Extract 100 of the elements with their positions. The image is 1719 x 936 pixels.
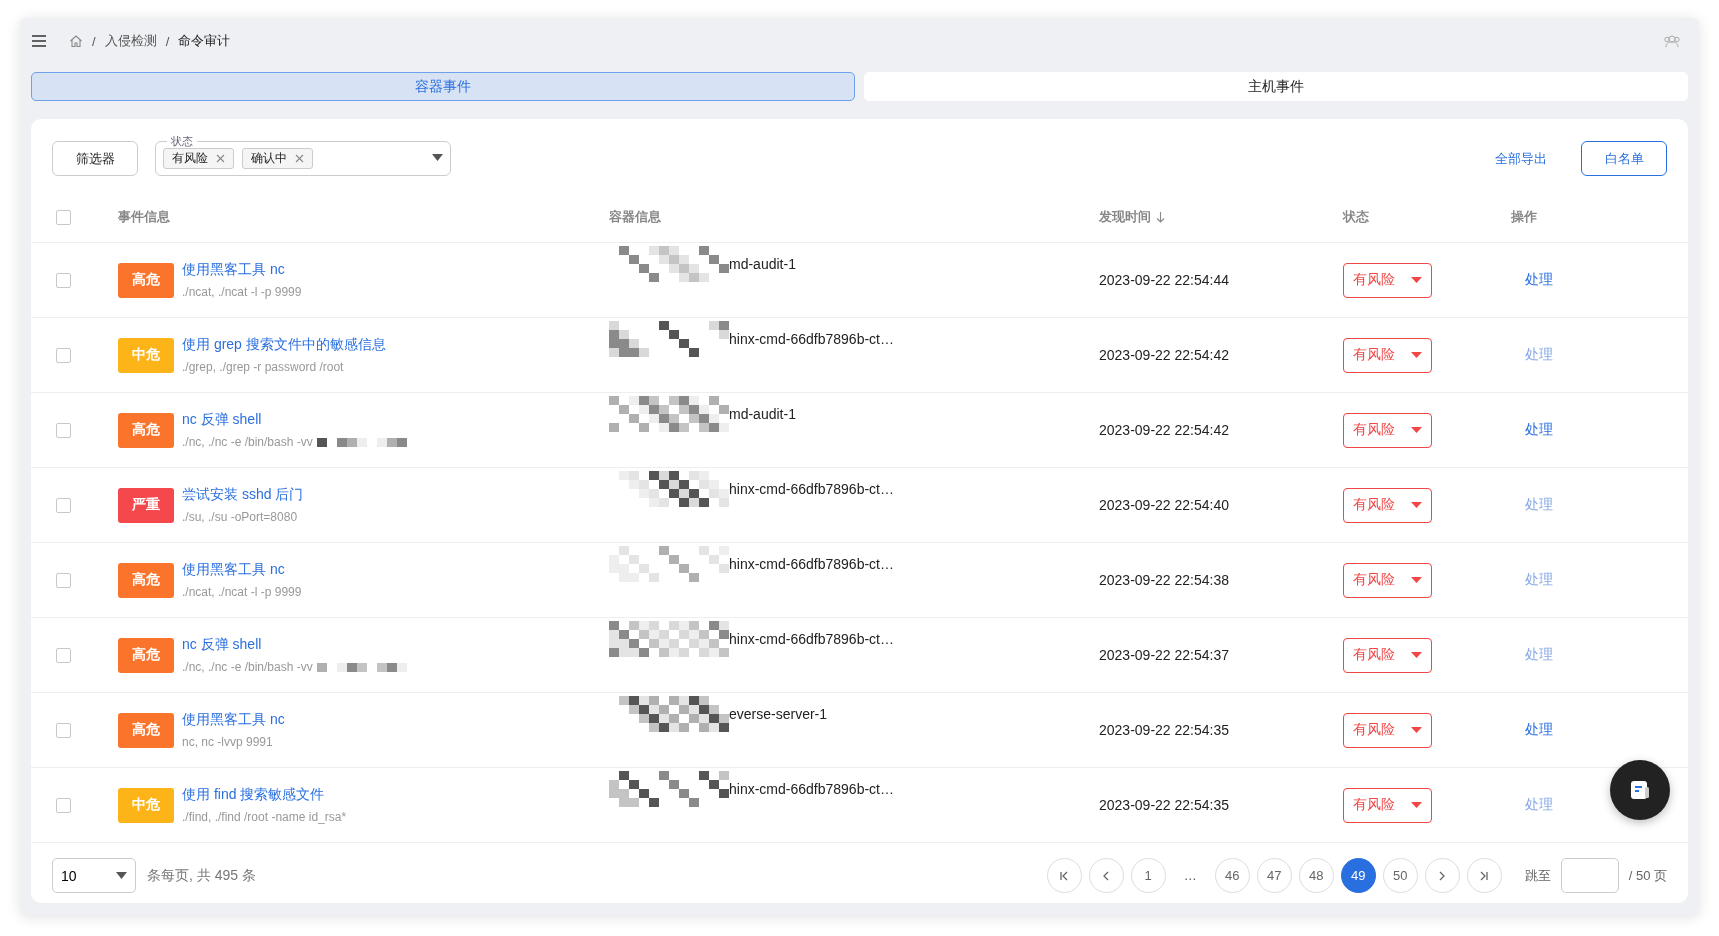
severity-badge: 高危 — [118, 562, 174, 598]
caret-icon — [1411, 802, 1422, 808]
caret-icon — [1411, 427, 1422, 433]
home-icon[interactable] — [69, 34, 83, 48]
status-dropdown[interactable]: 有风险 — [1343, 412, 1432, 448]
command-text: ./nc, ./nc -e /bin/bash -vv — [182, 660, 313, 674]
status-dropdown[interactable]: 有风险 — [1343, 337, 1432, 373]
caret-icon — [1411, 502, 1422, 508]
select-all-checkbox[interactable] — [56, 209, 71, 225]
column-header: 事件信息 — [118, 208, 171, 226]
page-button[interactable]: 47 — [1256, 858, 1292, 893]
breadcrumb-item[interactable]: 入侵检测 — [104, 32, 157, 50]
row-checkbox[interactable] — [56, 422, 71, 438]
container-name: hinx-cmd-66dfb7896b-ct… — [729, 331, 894, 347]
time-text: 2023-09-22 22:54:40 — [1099, 497, 1230, 513]
previous-page-button[interactable] — [1088, 858, 1124, 893]
severity-badge: 高危 — [118, 262, 174, 298]
event-title-link[interactable]: 使用 grep 搜索文件中的敏感信息 — [182, 336, 386, 354]
time-text: 2023-09-22 22:54:42 — [1099, 347, 1230, 363]
container-name: md-audit-1 — [729, 256, 796, 272]
tab[interactable]: 容器事件 — [31, 72, 855, 101]
command-text: nc, nc -lvvp 9991 — [182, 735, 273, 749]
container-name: everse-server-1 — [729, 706, 828, 722]
page-button[interactable]: 50 — [1382, 858, 1418, 893]
status-dropdown[interactable]: 有风险 — [1343, 562, 1432, 598]
column-header: 操作 — [1511, 208, 1538, 226]
row-checkbox[interactable] — [56, 572, 71, 588]
caret-icon — [432, 154, 443, 161]
filter-button[interactable]: 筛选器 — [52, 141, 138, 176]
container-name: hinx-cmd-66dfb7896b-ct… — [729, 481, 894, 497]
command-text: ./ncat, ./ncat -l -p 9999 — [182, 285, 302, 299]
time-text: 2023-09-22 22:54:35 — [1099, 722, 1230, 738]
command-text: ./ncat, ./ncat -l -p 9999 — [182, 585, 302, 599]
menu-icon[interactable] — [30, 32, 48, 50]
command-text: ./grep, ./grep -r password /root — [182, 360, 344, 374]
sort-down-icon[interactable] — [1156, 211, 1165, 223]
row-checkbox[interactable] — [56, 497, 71, 513]
last-page-button[interactable] — [1466, 858, 1502, 893]
event-title-link[interactable]: 使用 find 搜索敏感文件 — [182, 786, 347, 804]
status-dropdown[interactable]: 有风险 — [1343, 637, 1432, 673]
breadcrumb-item: 命令审计 — [178, 32, 231, 50]
handle-link[interactable]: 处理 — [1525, 271, 1553, 287]
row-checkbox[interactable] — [56, 347, 71, 363]
column-header[interactable]: 发现时间 — [1099, 208, 1151, 226]
time-text: 2023-09-22 22:54:38 — [1099, 572, 1230, 588]
tag-label: 确认中 — [251, 150, 287, 167]
next-page-button[interactable] — [1424, 858, 1460, 893]
caret-icon — [1411, 727, 1422, 733]
command-text: ./nc, ./nc -e /bin/bash -vv — [182, 435, 313, 449]
page-ellipsis: … — [1182, 868, 1198, 883]
time-text: 2023-09-22 22:54:37 — [1099, 647, 1230, 663]
tab[interactable]: 主机事件 — [864, 72, 1688, 101]
close-icon[interactable] — [295, 154, 304, 163]
page-size-select[interactable]: 10 — [52, 858, 136, 893]
row-checkbox[interactable] — [56, 647, 71, 663]
container-name: md-audit-1 — [729, 406, 796, 422]
container-name: hinx-cmd-66dfb7896b-ct… — [729, 781, 894, 797]
time-text: 2023-09-22 22:54:44 — [1099, 272, 1230, 288]
event-title-link[interactable]: nc 反弹 shell — [182, 636, 407, 654]
row-checkbox[interactable] — [56, 797, 71, 813]
page-button[interactable]: 48 — [1298, 858, 1334, 893]
total-pages-text: / 50 页 — [1628, 866, 1667, 885]
document-icon — [1628, 778, 1652, 802]
caret-icon — [1411, 577, 1422, 583]
severity-badge: 高危 — [118, 412, 174, 448]
caret-icon — [1411, 652, 1422, 658]
command-text: ./su, ./su -oPort=8080 — [182, 510, 298, 524]
first-page-icon — [1059, 870, 1070, 881]
field-label: 状态 — [167, 134, 197, 148]
status-dropdown[interactable]: 有风险 — [1343, 487, 1432, 523]
event-title-link[interactable]: 使用黑客工具 nc — [182, 261, 302, 279]
handle-link[interactable]: 处理 — [1525, 721, 1553, 737]
event-title-link[interactable]: nc 反弹 shell — [182, 411, 407, 429]
time-text: 2023-09-22 22:54:35 — [1099, 797, 1230, 813]
breadcrumb-separator: / — [92, 33, 96, 49]
page-button[interactable]: 49 — [1340, 858, 1376, 893]
first-page-button[interactable] — [1046, 858, 1082, 893]
caret-icon — [1411, 277, 1422, 283]
breadcrumb-separator: / — [165, 33, 170, 49]
tag-label: 有风险 — [172, 150, 208, 167]
close-icon[interactable] — [216, 154, 225, 163]
event-title-link[interactable]: 尝试安装 sshd 后门 — [182, 486, 304, 504]
page-button[interactable]: 1 — [1130, 858, 1166, 893]
export-link[interactable]: 全部导出 — [1495, 149, 1547, 168]
severity-badge: 中危 — [118, 787, 174, 823]
column-header: 容器信息 — [609, 208, 662, 226]
event-title-link[interactable]: 使用黑客工具 nc — [182, 561, 302, 579]
page-jump-field[interactable] — [1560, 858, 1619, 893]
container-name: hinx-cmd-66dfb7896b-ct… — [729, 631, 894, 647]
status-dropdown[interactable]: 有风险 — [1343, 787, 1432, 823]
user-group-icon[interactable] — [1663, 34, 1681, 48]
whitelist-button[interactable]: 白名单 — [1581, 141, 1667, 176]
status-dropdown[interactable]: 有风险 — [1343, 712, 1432, 748]
status-dropdown[interactable]: 有风险 — [1343, 262, 1432, 298]
page-button[interactable]: 46 — [1214, 858, 1250, 893]
handle-link[interactable]: 处理 — [1525, 421, 1553, 437]
container-name: hinx-cmd-66dfb7896b-ct… — [729, 556, 894, 572]
row-checkbox[interactable] — [56, 272, 71, 288]
row-checkbox[interactable] — [56, 722, 71, 738]
event-title-link[interactable]: 使用黑客工具 nc — [182, 711, 285, 729]
